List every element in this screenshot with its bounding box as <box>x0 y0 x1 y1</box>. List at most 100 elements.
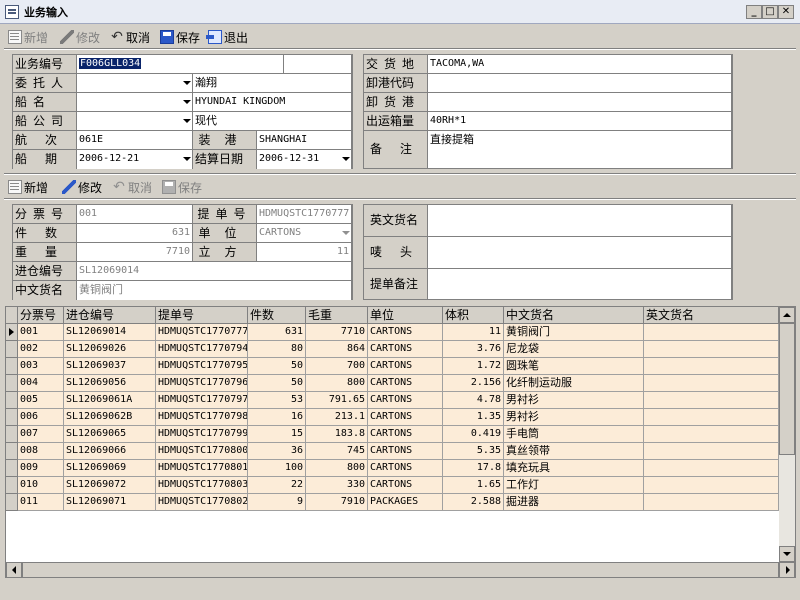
settle-date-picker[interactable]: 2006-12-31 <box>257 150 352 169</box>
exit-button[interactable]: 退出 <box>206 28 248 46</box>
cn-goods-field[interactable]: 黄铜阀门 <box>77 281 352 300</box>
cell-en-goods[interactable] <box>644 324 779 341</box>
vertical-scroll-thumb[interactable] <box>779 323 795 455</box>
ship-company-select[interactable] <box>77 112 193 131</box>
cell-cn-goods[interactable]: 圆珠笔 <box>504 358 644 375</box>
cell-pieces[interactable]: 631 <box>248 324 306 341</box>
column-header-warehouse-no[interactable]: 进仓编号 <box>64 307 156 324</box>
vertical-scrollbar[interactable] <box>779 307 795 562</box>
cell-volume[interactable]: 17.8 <box>443 460 504 477</box>
cell-cn-goods[interactable]: 手电筒 <box>504 426 644 443</box>
cell-en-goods[interactable] <box>644 426 779 443</box>
cell-volume[interactable]: 4.78 <box>443 392 504 409</box>
container-field[interactable]: 40RH*1 <box>428 112 732 131</box>
cell-unit[interactable]: CARTONS <box>368 409 443 426</box>
row-indicator[interactable] <box>6 358 18 375</box>
cell-bl-no[interactable]: HDMUQSTC1770796 <box>156 375 248 392</box>
cell-weight[interactable]: 864 <box>306 341 368 358</box>
cell-warehouse-no[interactable]: SL12069065 <box>64 426 156 443</box>
detail-new-button[interactable]: 新增 <box>8 178 48 196</box>
cell-en-goods[interactable] <box>644 375 779 392</box>
cell-volume[interactable]: 11 <box>443 324 504 341</box>
cell-bl-no[interactable]: HDMUQSTC1770800 <box>156 443 248 460</box>
business-no-field[interactable]: F006GLL034 <box>77 55 284 74</box>
cell-warehouse-no[interactable]: SL12069071 <box>64 494 156 511</box>
ship-date-picker[interactable]: 2006-12-21 <box>77 150 193 169</box>
cell-pieces[interactable]: 100 <box>248 460 306 477</box>
column-header-cn-goods[interactable]: 中文货名 <box>504 307 644 324</box>
cell-warehouse-no[interactable]: SL12069056 <box>64 375 156 392</box>
column-header-weight[interactable]: 毛重 <box>306 307 368 324</box>
row-indicator[interactable] <box>6 341 18 358</box>
cancel-button[interactable]: ↶ 取消 <box>110 28 150 46</box>
cell-pieces[interactable]: 15 <box>248 426 306 443</box>
column-header-en-goods[interactable]: 英文货名 <box>644 307 779 324</box>
cell-cn-goods[interactable]: 男衬衫 <box>504 409 644 426</box>
cell-unit[interactable]: CARTONS <box>368 375 443 392</box>
bl-remark-field[interactable] <box>428 269 732 299</box>
cell-weight[interactable]: 800 <box>306 460 368 477</box>
bl-no-field[interactable]: HDMUQSTC1770777 <box>257 205 352 224</box>
unload-port-field[interactable] <box>428 93 732 112</box>
cell-cn-goods[interactable]: 尼龙袋 <box>504 341 644 358</box>
column-header-split-no[interactable]: 分票号 <box>18 307 64 324</box>
cell-pieces[interactable]: 22 <box>248 477 306 494</box>
cell-en-goods[interactable] <box>644 460 779 477</box>
client-name-field[interactable]: 瀚翔 <box>193 74 352 93</box>
cell-bl-no[interactable]: HDMUQSTC1770803 <box>156 477 248 494</box>
cell-cn-goods[interactable]: 真丝领带 <box>504 443 644 460</box>
column-header-bl-no[interactable]: 提单号 <box>156 307 248 324</box>
cell-warehouse-no[interactable]: SL12069072 <box>64 477 156 494</box>
row-indicator[interactable] <box>6 409 18 426</box>
cell-warehouse-no[interactable]: SL12069014 <box>64 324 156 341</box>
cell-split-no[interactable]: 008 <box>18 443 64 460</box>
row-indicator[interactable] <box>6 477 18 494</box>
horizontal-scrollbar[interactable] <box>6 562 795 578</box>
cell-bl-no[interactable]: HDMUQSTC1770795 <box>156 358 248 375</box>
voyage-field[interactable]: 061E <box>77 131 193 150</box>
close-button[interactable]: ✕ <box>778 5 794 19</box>
cell-split-no[interactable]: 005 <box>18 392 64 409</box>
cell-weight[interactable]: 183.8 <box>306 426 368 443</box>
cell-pieces[interactable]: 36 <box>248 443 306 460</box>
cell-warehouse-no[interactable]: SL12069066 <box>64 443 156 460</box>
cell-warehouse-no[interactable]: SL12069037 <box>64 358 156 375</box>
cell-unit[interactable]: CARTONS <box>368 477 443 494</box>
current-row-indicator[interactable] <box>6 324 18 341</box>
row-indicator[interactable] <box>6 443 18 460</box>
edit-button[interactable]: 修改 <box>60 28 100 46</box>
maximize-button[interactable]: □ <box>762 5 778 19</box>
cell-en-goods[interactable] <box>644 341 779 358</box>
cell-en-goods[interactable] <box>644 477 779 494</box>
column-header-volume[interactable]: 体积 <box>443 307 504 324</box>
cell-volume[interactable]: 0.419 <box>443 426 504 443</box>
cell-split-no[interactable]: 001 <box>18 324 64 341</box>
cell-volume[interactable]: 2.156 <box>443 375 504 392</box>
scroll-up-button[interactable] <box>779 307 795 323</box>
cell-en-goods[interactable] <box>644 443 779 460</box>
cell-en-goods[interactable] <box>644 494 779 511</box>
cell-cn-goods[interactable]: 填充玩具 <box>504 460 644 477</box>
cell-split-no[interactable]: 010 <box>18 477 64 494</box>
column-header-unit[interactable]: 单位 <box>368 307 443 324</box>
column-header-pieces[interactable]: 件数 <box>248 307 306 324</box>
unload-code-field[interactable] <box>428 74 732 93</box>
scroll-left-button[interactable] <box>6 562 22 578</box>
load-port-field[interactable]: SHANGHAI <box>257 131 352 150</box>
cell-unit[interactable]: CARTONS <box>368 341 443 358</box>
cell-warehouse-no[interactable]: SL12069069 <box>64 460 156 477</box>
cell-cn-goods[interactable]: 工作灯 <box>504 477 644 494</box>
delivery-place-field[interactable]: TACOMA,WA <box>428 55 732 74</box>
cell-cn-goods[interactable]: 掘进器 <box>504 494 644 511</box>
row-indicator[interactable] <box>6 392 18 409</box>
minimize-button[interactable]: _ <box>746 5 762 19</box>
cell-bl-no[interactable]: HDMUQSTC1770794 <box>156 341 248 358</box>
cell-cn-goods[interactable]: 化纤制运动服 <box>504 375 644 392</box>
split-no-field[interactable]: 001 <box>77 205 193 224</box>
detail-edit-button[interactable]: 修改 <box>62 178 102 196</box>
cell-pieces[interactable]: 80 <box>248 341 306 358</box>
cell-split-no[interactable]: 004 <box>18 375 64 392</box>
cell-pieces[interactable]: 50 <box>248 375 306 392</box>
cell-weight[interactable]: 330 <box>306 477 368 494</box>
scroll-right-button[interactable] <box>779 562 795 578</box>
